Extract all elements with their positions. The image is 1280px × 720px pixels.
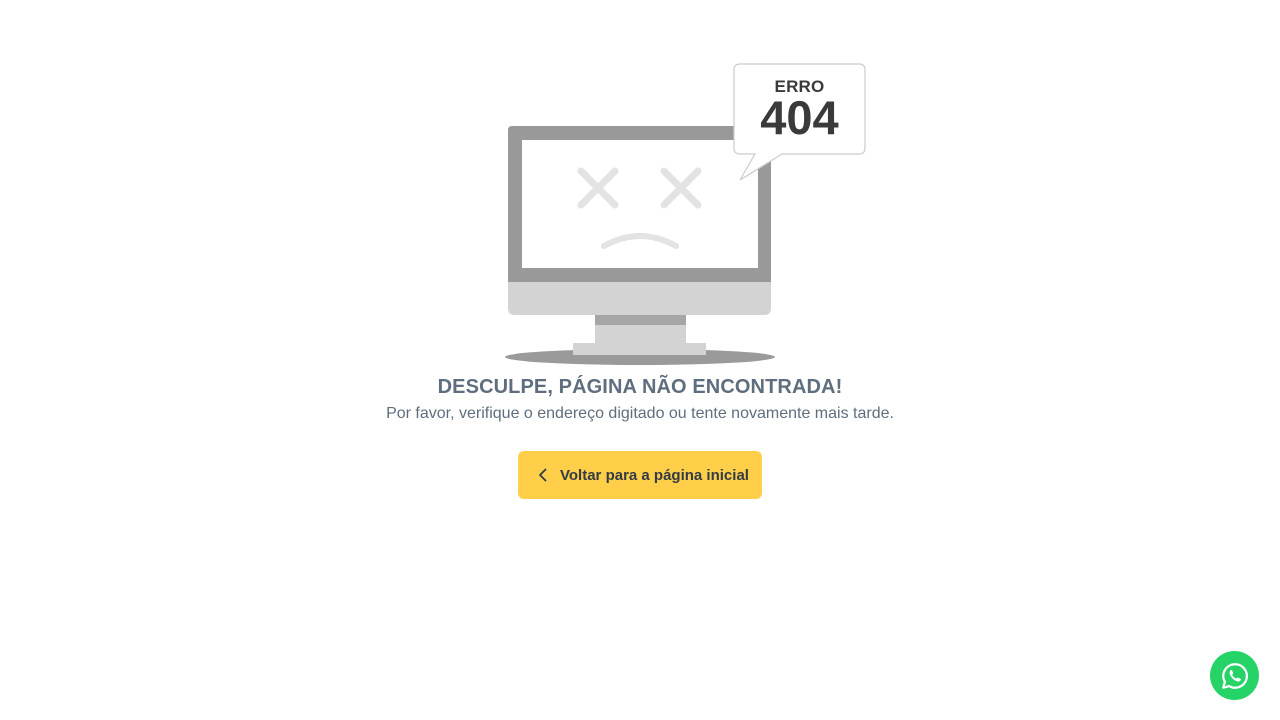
whatsapp-button[interactable] [1210, 651, 1259, 700]
error-speech-bubble: ERRO 404 [734, 64, 865, 180]
error-404-page: ERRO 404 DESCULPE, PÁGINA NÃO ENCONTRADA… [0, 0, 1280, 720]
back-to-home-button[interactable]: Voltar para a página inicial [518, 451, 762, 499]
page-subtitle: Por favor, verifique o endereço digitado… [386, 405, 894, 422]
back-button-label: Voltar para a página inicial [560, 466, 749, 484]
chevron-left-icon [538, 468, 548, 482]
page-title: DESCULPE, PÁGINA NÃO ENCONTRADA! [437, 376, 843, 398]
error-code: 404 [760, 91, 839, 144]
whatsapp-icon [1221, 662, 1248, 689]
